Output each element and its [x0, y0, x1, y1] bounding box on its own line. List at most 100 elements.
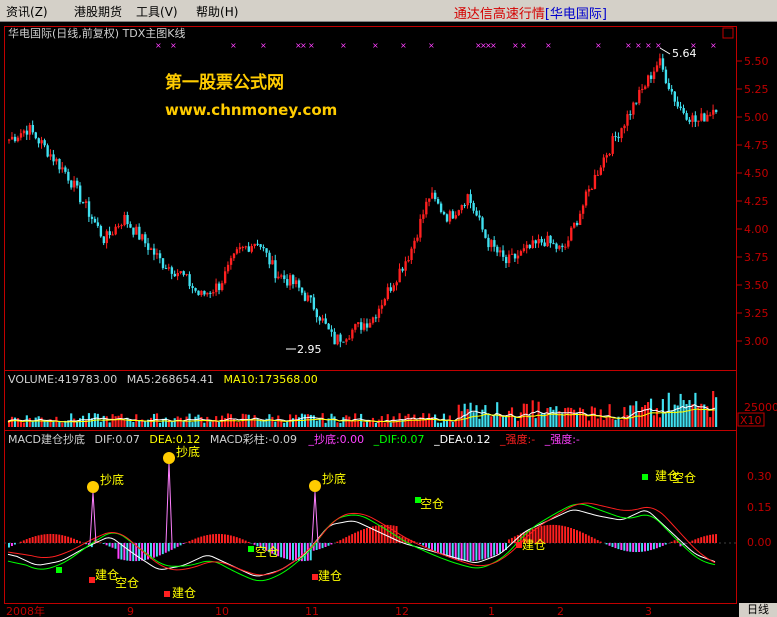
volume-bar: [99, 421, 102, 427]
candle: [194, 288, 197, 291]
candle: [617, 136, 620, 139]
volume-bar: [132, 421, 135, 427]
volume-bar: [179, 417, 182, 427]
macd-bar: [670, 541, 673, 543]
candle: [599, 167, 603, 175]
macd-bar: [354, 532, 357, 543]
macd-bar: [641, 543, 644, 552]
macd-bar: [436, 543, 439, 553]
volume-bar: [502, 416, 505, 427]
macd-bar: [431, 543, 433, 550]
candle: [555, 243, 558, 249]
candle: [490, 240, 493, 248]
volume-bar: [688, 400, 691, 427]
candle: [422, 214, 425, 219]
macd-bar: [694, 539, 697, 543]
macd-bar: [188, 541, 191, 543]
volume-bar: [599, 409, 602, 427]
macd-bar: [111, 543, 114, 548]
candle: [445, 214, 449, 222]
candle: [522, 248, 526, 252]
macd-bar: [43, 534, 46, 543]
volume-bar: [709, 417, 712, 427]
x-mark: ×: [595, 41, 602, 50]
candle: [223, 271, 227, 284]
macd-bar: [620, 543, 623, 550]
candle: [185, 274, 188, 276]
macd-bar: [286, 543, 289, 560]
candle: [52, 154, 55, 162]
x-mark: ×: [545, 41, 552, 50]
macd-bar: [173, 543, 176, 549]
candle: [28, 124, 32, 135]
svg-text:空仓: 空仓: [672, 471, 696, 485]
candle: [439, 203, 443, 213]
candle: [605, 155, 608, 158]
macd-bar: [570, 527, 573, 543]
macd-bar: [428, 543, 431, 549]
macd-bar: [132, 543, 135, 562]
macd-bar: [546, 525, 549, 543]
volume-bar: [34, 417, 37, 427]
macd-bar: [170, 543, 173, 550]
volume-bar: [259, 420, 262, 427]
volume-bar: [605, 417, 608, 427]
candle: [519, 251, 523, 256]
x-mark: ×: [512, 41, 519, 50]
macd-bar: [481, 543, 484, 560]
candle: [596, 174, 600, 176]
macd-bar: [652, 543, 655, 550]
macd-bar: [176, 543, 179, 547]
macd-bar: [102, 543, 105, 544]
candle: [138, 226, 141, 240]
menu-hk-futures[interactable]: 港股期货: [74, 3, 122, 20]
candle: [395, 282, 398, 286]
macd-bar: [576, 530, 578, 543]
candle: [117, 226, 120, 228]
candle: [333, 331, 336, 345]
volume-bar: [292, 418, 295, 427]
candle: [164, 268, 168, 270]
macd-bar: [158, 543, 161, 556]
candle: [475, 210, 478, 216]
candle: [321, 318, 324, 321]
svg-text:4.25: 4.25: [744, 195, 769, 208]
volume-bar: [573, 409, 576, 427]
macd-bar: [365, 528, 368, 543]
candle: [691, 115, 694, 122]
candle: [528, 244, 532, 249]
macd-bar: [28, 537, 31, 543]
svg-text:3.25: 3.25: [744, 307, 769, 320]
candle: [561, 245, 564, 248]
volume-bar: [253, 415, 256, 427]
macd-bar: [8, 543, 10, 548]
candle: [283, 275, 286, 280]
menu-info[interactable]: 资讯(Z): [6, 3, 48, 20]
volume-bar: [457, 404, 460, 427]
candle: [451, 211, 455, 219]
maximize-icon[interactable]: [722, 27, 734, 39]
candle: [478, 215, 481, 218]
candle: [360, 322, 363, 330]
volume-bar: [262, 420, 265, 427]
stock-chart[interactable]: 5.50 5.25 5.00 4.75 4.50 4.25 4.00 3.75 …: [0, 22, 777, 617]
macd-bar: [339, 540, 342, 543]
menu-tools[interactable]: 工具(V): [136, 3, 178, 20]
x-mark: ×: [300, 41, 307, 50]
volume-bar: [209, 421, 212, 427]
macd-bar: [117, 543, 120, 559]
period-selector[interactable]: 日线: [739, 603, 777, 617]
svg-text:0.00: 0.00: [747, 536, 772, 549]
macd-bar: [241, 539, 244, 543]
menu-help[interactable]: 帮助(H): [196, 3, 238, 20]
macd-bar: [599, 541, 602, 543]
x-mark: ×: [155, 41, 162, 50]
volume-bar: [235, 422, 238, 427]
x-mark: ×: [308, 41, 315, 50]
candle: [549, 235, 552, 244]
macd-bar: [475, 543, 478, 561]
candle: [700, 113, 703, 121]
candle: [79, 185, 82, 203]
volume-bar: [510, 407, 514, 427]
macd-bar: [608, 543, 611, 546]
